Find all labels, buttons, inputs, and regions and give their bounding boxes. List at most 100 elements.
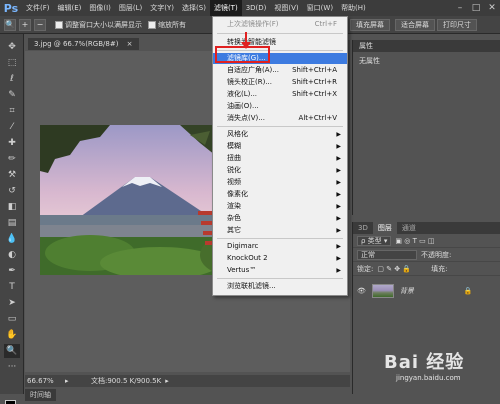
layer-row[interactable]: 👁 背景 🔒	[353, 280, 500, 302]
filter-menu-item[interactable]: Vertus™ ▶	[213, 265, 347, 276]
close-tab-icon[interactable]: ×	[127, 40, 133, 48]
move-tool-icon[interactable]: ✥	[4, 40, 20, 54]
pen-tool-icon[interactable]: ✒	[4, 264, 20, 278]
filter-menu-item[interactable]: 视频 ▶	[213, 177, 347, 188]
filter-menu-item[interactable]: 渲染 ▶	[213, 201, 347, 212]
filter-menu-shortcut: Alt+Ctrl+V	[298, 114, 337, 122]
filter-menu-item[interactable]: 镜头校正(R)... Shift+Ctrl+R	[213, 77, 347, 88]
menu-item[interactable]: 编辑(E)	[54, 0, 86, 16]
properties-panel-title[interactable]: 属性	[353, 40, 500, 52]
filter-menu-item[interactable]: Digimarc ▶	[213, 241, 347, 252]
eyedropper-tool-icon[interactable]: ⁄	[4, 120, 20, 134]
blend-row: 正常 不透明度:	[353, 248, 500, 262]
layer-name: 背景	[399, 287, 414, 295]
lock-label: 锁定:	[357, 264, 374, 273]
eraser-tool-icon[interactable]: ◧	[4, 200, 20, 214]
menu-items: 文件(F) 编辑(E) 图像(I) 图层(L) 文字(Y) 选择(S) 滤镜(T) 3D(D)…	[22, 0, 370, 16]
zoom-tool-icon[interactable]: 🔍	[4, 344, 20, 358]
blend-mode-select[interactable]: 正常	[357, 249, 417, 260]
filter-menu-item-label: 风格化	[227, 130, 248, 138]
filter-menu-item[interactable]: 杂色 ▶	[213, 213, 347, 224]
close-button[interactable]: ✕	[484, 0, 500, 16]
timeline-tab[interactable]: 时间轴	[25, 389, 56, 401]
clone-stamp-tool-icon[interactable]: ⚒	[4, 168, 20, 182]
menu-item[interactable]: 滤镜(T)	[209, 0, 242, 16]
status-bar: 66.67% ▸ 文档:900.5 K/900.5K ▸	[25, 375, 350, 387]
print-size-button[interactable]: 打印尺寸	[437, 19, 477, 31]
status-arrow-icon[interactable]: ▸	[161, 375, 169, 387]
properties-panel: 属性 无属性	[352, 40, 500, 215]
menu-item[interactable]: 选择(S)	[178, 0, 210, 16]
zoom-level[interactable]: 66.67%	[25, 375, 65, 387]
window-controls: – □ ✕	[452, 0, 500, 16]
filter-menu-item[interactable]: 像素化 ▶	[213, 189, 347, 200]
watermark-brand: Bai 经验	[384, 352, 465, 373]
filter-menu-item[interactable]: 风格化 ▶	[213, 129, 347, 140]
lasso-tool-icon[interactable]: ℓ	[4, 72, 20, 86]
hand-tool-icon[interactable]: ✋	[4, 328, 20, 342]
submenu-arrow-icon: ▶	[336, 255, 341, 262]
path-select-tool-icon[interactable]: ➤	[4, 296, 20, 310]
baidu-watermark: Bai 经验 jingyan.baidu.com	[384, 346, 496, 394]
status-menu-icon[interactable]: ▸	[65, 375, 77, 387]
filter-menu-item-label: KnockOut 2	[227, 254, 268, 262]
foreground-color-swatch[interactable]	[5, 400, 16, 404]
layers-panel-tabs: 3D 图层 通道	[353, 222, 500, 234]
menu-item[interactable]: 窗口(W)	[303, 0, 337, 16]
filter-menu-item[interactable]: KnockOut 2 ▶	[213, 253, 347, 264]
document-tab[interactable]: 3.jpg @ 66.7%(RGB/8#) ×	[28, 38, 139, 50]
menu-item[interactable]: 图像(I)	[85, 0, 115, 16]
tab-layers[interactable]: 图层	[372, 222, 397, 234]
watermark-url: jingyan.baidu.com	[396, 374, 461, 382]
submenu-arrow-icon: ▶	[336, 143, 341, 150]
filter-menu-shortcut: Shift+Ctrl+A	[292, 66, 337, 74]
type-tool-icon[interactable]: T	[4, 280, 20, 294]
menu-item[interactable]: 文件(F)	[22, 0, 54, 16]
tab-channels[interactable]: 通道	[397, 222, 421, 234]
filter-menu-item[interactable]: 模糊 ▶	[213, 141, 347, 152]
crop-tool-icon[interactable]: ⌗	[4, 104, 20, 118]
filter-menu-item-label: 像素化	[227, 190, 248, 198]
lock-icons[interactable]: ▢ ✎ ✥ 🔒	[377, 265, 411, 273]
blur-tool-icon[interactable]: 💧	[4, 232, 20, 246]
filter-menu-item[interactable]: 液化(L)... Shift+Ctrl+X	[213, 89, 347, 100]
marquee-tool-icon[interactable]: ⬚	[4, 56, 20, 70]
history-brush-tool-icon[interactable]: ↺	[4, 184, 20, 198]
filter-menu-item[interactable]: 自适应广角(A)... Shift+Ctrl+A	[213, 65, 347, 76]
filter-menu-item[interactable]: 其它 ▶	[213, 225, 347, 236]
filter-menu-item[interactable]: 浏览联机滤镜...	[213, 281, 347, 292]
dodge-tool-icon[interactable]: ◐	[4, 248, 20, 262]
filter-menu-item[interactable]: 扭曲 ▶	[213, 153, 347, 164]
minimize-button[interactable]: –	[452, 0, 468, 16]
menu-item[interactable]: 帮助(H)	[337, 0, 370, 16]
layer-filter-select[interactable]: ρ 类型 ▾	[357, 235, 392, 246]
gradient-tool-icon[interactable]: ▤	[4, 216, 20, 230]
menu-item[interactable]: 3D(D)	[242, 0, 271, 16]
filter-menu-item[interactable]: 锐化 ▶	[213, 165, 347, 176]
shape-tool-icon[interactable]: ▭	[4, 312, 20, 326]
fit-screen-button[interactable]: 适合屏幕	[395, 19, 435, 31]
more-tools-icon[interactable]: ···	[4, 360, 20, 374]
zoom-out-icon[interactable]: −	[34, 18, 46, 31]
filter-menu-item[interactable]: 油画(O)...	[213, 101, 347, 112]
resize-windows-checkbox[interactable]	[55, 20, 63, 29]
visibility-eye-icon[interactable]: 👁	[357, 287, 366, 295]
filter-menu-shortcut: Shift+Ctrl+R	[292, 78, 337, 86]
zoom-in-icon[interactable]: +	[19, 18, 31, 31]
quick-select-tool-icon[interactable]: ✎	[4, 88, 20, 102]
filter-menu-item[interactable]: 消失点(V)... Alt+Ctrl+V	[213, 113, 347, 124]
layers-filter-row: ρ 类型 ▾ ▣ ◎ T ▭ ◫	[353, 234, 500, 248]
healing-brush-tool-icon[interactable]: ✚	[4, 136, 20, 150]
menu-item[interactable]: 文字(Y)	[146, 0, 178, 16]
submenu-arrow-icon: ▶	[336, 167, 341, 174]
zoom-all-checkbox[interactable]	[148, 20, 156, 29]
menu-item[interactable]: 图层(L)	[115, 0, 146, 16]
submenu-arrow-icon: ▶	[336, 131, 341, 138]
fill-screen-button[interactable]: 填充屏幕	[350, 19, 390, 31]
filter-icons[interactable]: ▣ ◎ T ▭ ◫	[395, 237, 434, 245]
menu-item[interactable]: 视图(V)	[270, 0, 302, 16]
resize-windows-label: 调整窗口大小以满屏显示	[65, 20, 142, 29]
maximize-button[interactable]: □	[468, 0, 484, 16]
tab-3d[interactable]: 3D	[353, 222, 373, 234]
brush-tool-icon[interactable]: ✏	[4, 152, 20, 166]
